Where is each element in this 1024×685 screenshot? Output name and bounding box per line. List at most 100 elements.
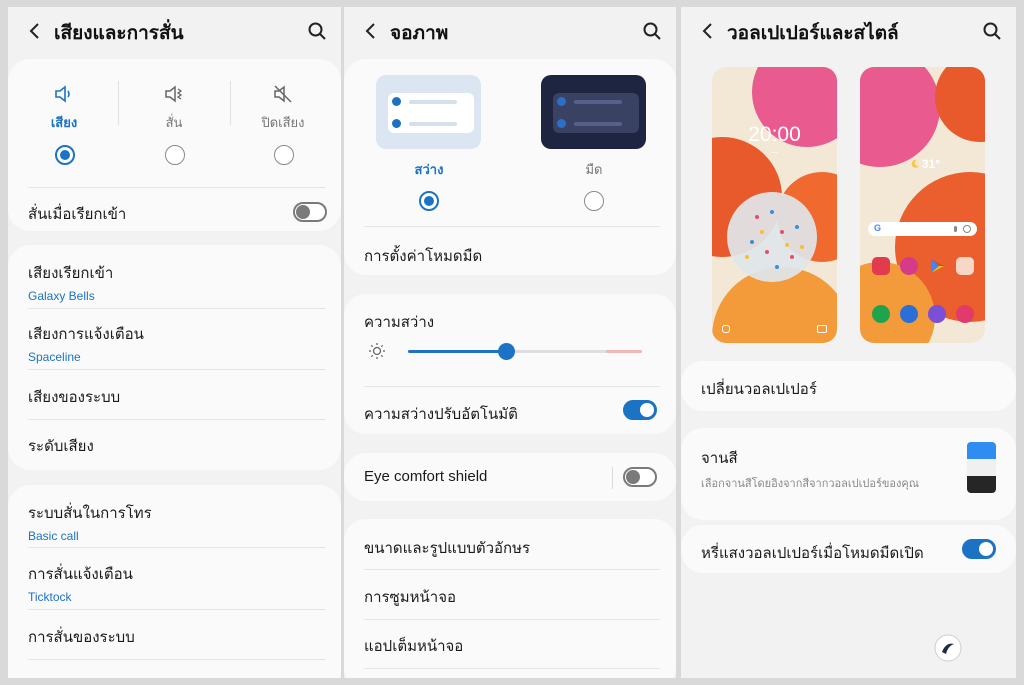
- list-item-label: เสียงของระบบ: [28, 389, 121, 406]
- sound-header: เสียงและการสั่น: [8, 7, 341, 55]
- home-screen-preview[interactable]: 31° G: [860, 67, 985, 343]
- dim-wallpaper-row[interactable]: หรี่แสงวอลเปเปอร์เมื่อโหมดมืดเปิด: [701, 541, 1000, 565]
- sun-icon: [369, 343, 385, 359]
- dark-mode-settings-row[interactable]: การตั้งค่าโหมดมืด: [364, 244, 660, 268]
- phone-app-icon: [872, 305, 890, 323]
- google-icon: G: [874, 223, 882, 233]
- divider: [28, 369, 325, 370]
- divider: [28, 659, 325, 660]
- list-item-label: เสียงการแจ้งเตือน: [28, 326, 144, 343]
- color-palette-swatch[interactable]: [967, 442, 996, 493]
- mode-sound-radio[interactable]: [55, 145, 75, 165]
- sound-settings-screen: เสียงและการสั่น เสียง สั่น ปิดเสียง สั่น…: [8, 7, 341, 678]
- divider: [612, 467, 613, 489]
- adaptive-brightness-row[interactable]: ความสว่างปรับอัตโนมัติ: [364, 402, 660, 426]
- lock-clock: 20:00: [748, 123, 801, 146]
- brightness-card: ความสว่าง ความสว่างปรับอัตโนมัติ: [344, 294, 676, 434]
- color-palette-row[interactable]: จานสี เลือกจานสีโดยอิงจากสีจากวอลเปเปอร์…: [701, 446, 946, 492]
- sound-mode-card: เสียง สั่น ปิดเสียง สั่นเมื่อเรียกเข้า: [8, 59, 341, 231]
- divider: [28, 547, 325, 548]
- vibration-list-card: ระบบสั่นในการโทร Basic call การสั่นแจ้งเ…: [8, 485, 341, 678]
- lens-icon: [963, 225, 971, 233]
- list-item[interactable]: การสั่นของระบบ: [28, 625, 325, 649]
- theme-card: สว่าง มืด การตั้งค่าโหมดมืด: [344, 59, 676, 275]
- search-widget: G: [868, 222, 977, 236]
- divider: [364, 668, 660, 669]
- light-mode-radio[interactable]: [419, 191, 439, 211]
- search-icon[interactable]: [642, 21, 662, 41]
- eye-comfort-row[interactable]: Eye comfort shield: [364, 468, 660, 485]
- dim-wallpaper-toggle[interactable]: [962, 539, 996, 559]
- vibrate-while-ringing-row[interactable]: สั่นเมื่อเรียกเข้า: [28, 202, 325, 226]
- list-item-label: การสั่นแจ้งเตือน: [28, 566, 133, 583]
- dark-mode-label: มืด: [585, 162, 603, 177]
- dim-wallpaper-card: หรี่แสงวอลเปเปอร์เมื่อโหมดมืดเปิด: [681, 525, 1016, 573]
- list-item[interactable]: เสียงของระบบ: [28, 385, 325, 409]
- list-item-label: เสียงเรียกเข้า: [28, 265, 114, 282]
- list-item-value: Ticktock: [28, 590, 72, 604]
- change-wallpaper-card[interactable]: เปลี่ยนวอลเปเปอร์: [681, 361, 1016, 411]
- page-title: วอลเปเปอร์และสไตล์: [727, 23, 899, 44]
- vibrate-while-ringing-toggle[interactable]: [293, 202, 327, 222]
- dim-wallpaper-label: หรี่แสงวอลเปเปอร์เมื่อโหมดมืดเปิด: [701, 545, 924, 562]
- list-item-value: Galaxy Bells: [28, 289, 95, 303]
- divider: [364, 619, 660, 620]
- change-wallpaper-row[interactable]: เปลี่ยนวอลเปเปอร์: [701, 377, 1000, 401]
- color-palette-label: จานสี: [701, 450, 738, 467]
- list-item[interactable]: ระดับเสียง: [28, 434, 325, 458]
- folder-icon: [956, 257, 974, 275]
- wallpaper-header: วอลเปเปอร์และสไตล์: [681, 7, 1016, 55]
- brightness-row: ความสว่าง: [364, 310, 660, 334]
- mode-vibrate-radio[interactable]: [165, 145, 185, 165]
- color-palette-card[interactable]: จานสี เลือกจานสีโดยอิงจากสีจากวอลเปเปอร์…: [681, 428, 1016, 520]
- list-item-label: ระบบสั่นในการโทร: [28, 505, 152, 522]
- brightness-slider-fill: [408, 350, 507, 353]
- list-item[interactable]: การสั่นแจ้งเตือน Ticktock: [28, 562, 325, 604]
- mode-sound-label: เสียง: [50, 115, 78, 130]
- dark-mode-preview[interactable]: [541, 75, 646, 149]
- brightness-slider-track[interactable]: [408, 343, 642, 360]
- back-arrow-icon[interactable]: [361, 21, 381, 41]
- list-item[interactable]: ขนาดและรูปแบบตัวอักษร: [364, 536, 660, 560]
- camera-shortcut-icon: [817, 325, 827, 333]
- back-arrow-icon[interactable]: [25, 21, 45, 41]
- light-mode-preview[interactable]: [376, 75, 481, 149]
- brightness-high-zone: [606, 350, 642, 353]
- brightness-label: ความสว่าง: [364, 314, 435, 331]
- list-item[interactable]: เสียงการแจ้งเตือน Spaceline: [28, 322, 325, 364]
- list-item[interactable]: เสียงเรียกเข้า Galaxy Bells: [28, 261, 325, 303]
- back-arrow-icon[interactable]: [698, 21, 718, 41]
- divider: [230, 81, 231, 125]
- lock-date: —: [771, 149, 778, 156]
- divider: [364, 226, 660, 227]
- list-item-label: แอปเต็มหน้าจอ: [364, 638, 464, 655]
- divider: [28, 609, 325, 610]
- search-icon[interactable]: [982, 21, 1002, 41]
- mic-icon: [954, 226, 957, 232]
- divider: [28, 308, 325, 309]
- mode-mute-radio[interactable]: [274, 145, 294, 165]
- list-item[interactable]: การซูมหน้าจอ: [364, 585, 660, 609]
- camera-app-icon: [956, 305, 974, 323]
- mute-icon[interactable]: [272, 83, 294, 105]
- light-mode-label: สว่าง: [414, 162, 444, 177]
- page-title: เสียงและการสั่น: [54, 23, 184, 44]
- eye-comfort-label: Eye comfort shield: [364, 468, 488, 485]
- watermark-logo-icon: [934, 634, 962, 662]
- lock-screen-preview[interactable]: 20:00 —: [712, 67, 837, 343]
- mode-mute-label: ปิดเสียง: [261, 115, 305, 130]
- divider: [364, 569, 660, 570]
- vibrate-icon[interactable]: [163, 83, 185, 105]
- brightness-slider-thumb[interactable]: [498, 343, 516, 360]
- display-settings-screen: จอภาพ สว่าง มืด การตั้งค่าโหมดมืด ความสว…: [344, 7, 676, 678]
- eye-comfort-toggle[interactable]: [623, 467, 657, 487]
- list-item[interactable]: ระบบสั่นในการโทร Basic call: [28, 501, 325, 543]
- adaptive-brightness-toggle[interactable]: [623, 400, 657, 420]
- list-item[interactable]: แอปเต็มหน้าจอ: [364, 634, 660, 658]
- divider: [364, 386, 660, 387]
- divider: [28, 187, 325, 188]
- speaker-icon[interactable]: [53, 83, 75, 105]
- search-icon[interactable]: [307, 21, 327, 41]
- adaptive-brightness-label: ความสว่างปรับอัตโนมัติ: [364, 406, 518, 423]
- dark-mode-radio[interactable]: [584, 191, 604, 211]
